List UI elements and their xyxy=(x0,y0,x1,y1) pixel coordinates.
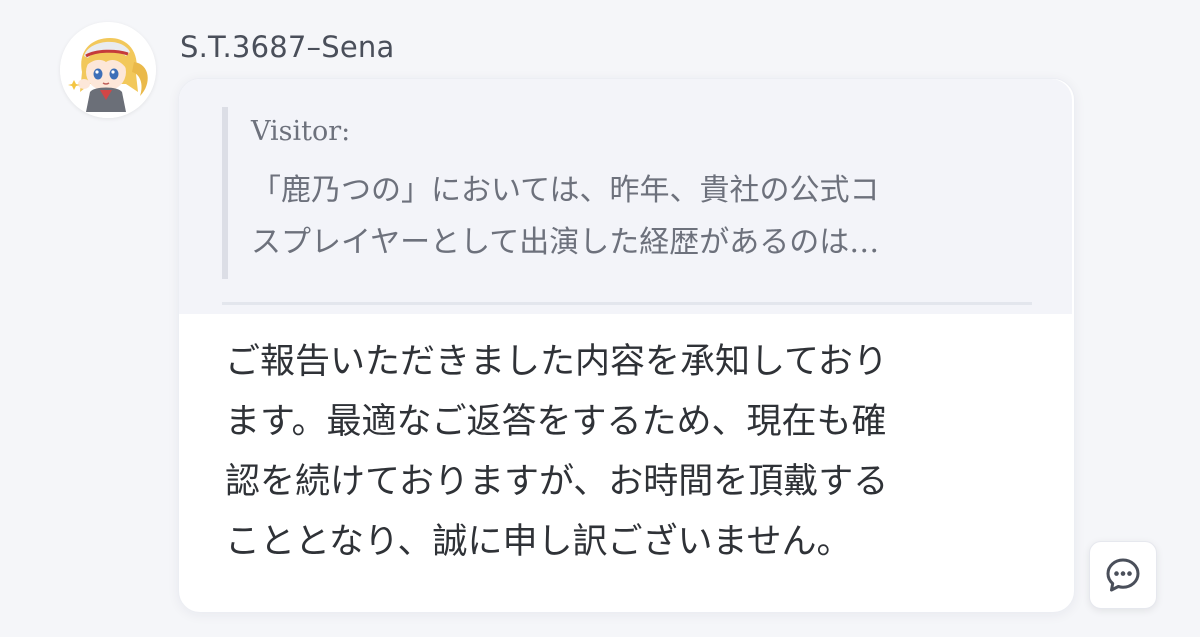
quote-text: 「鹿乃つの」においては、昨年、貴社の公式コ スプレイヤーとして出演した経歴がある… xyxy=(251,173,880,260)
sender-name: S.T.3687–Sena xyxy=(180,30,395,64)
speech-bubble-ellipsis-icon xyxy=(1106,558,1140,592)
reply-text: ご報告いただきました内容を承知しており ます。最適なご返答をするため、現在も確 … xyxy=(225,342,889,562)
avatar-image xyxy=(60,22,156,118)
quote-divider xyxy=(222,302,1032,305)
quoted-message[interactable]: Visitor: 「鹿乃つの」においては、昨年、貴社の公式コ スプレイヤーとして… xyxy=(222,107,1022,279)
avatar[interactable] xyxy=(60,22,156,118)
quoted-message-panel: Visitor: 「鹿乃つの」においては、昨年、貴社の公式コ スプレイヤーとして… xyxy=(179,79,1072,314)
quote-author: Visitor: xyxy=(251,116,351,147)
message-bubble: Visitor: 「鹿乃つの」においては、昨年、貴社の公式コ スプレイヤーとして… xyxy=(178,78,1075,613)
chat-button[interactable] xyxy=(1089,541,1157,609)
